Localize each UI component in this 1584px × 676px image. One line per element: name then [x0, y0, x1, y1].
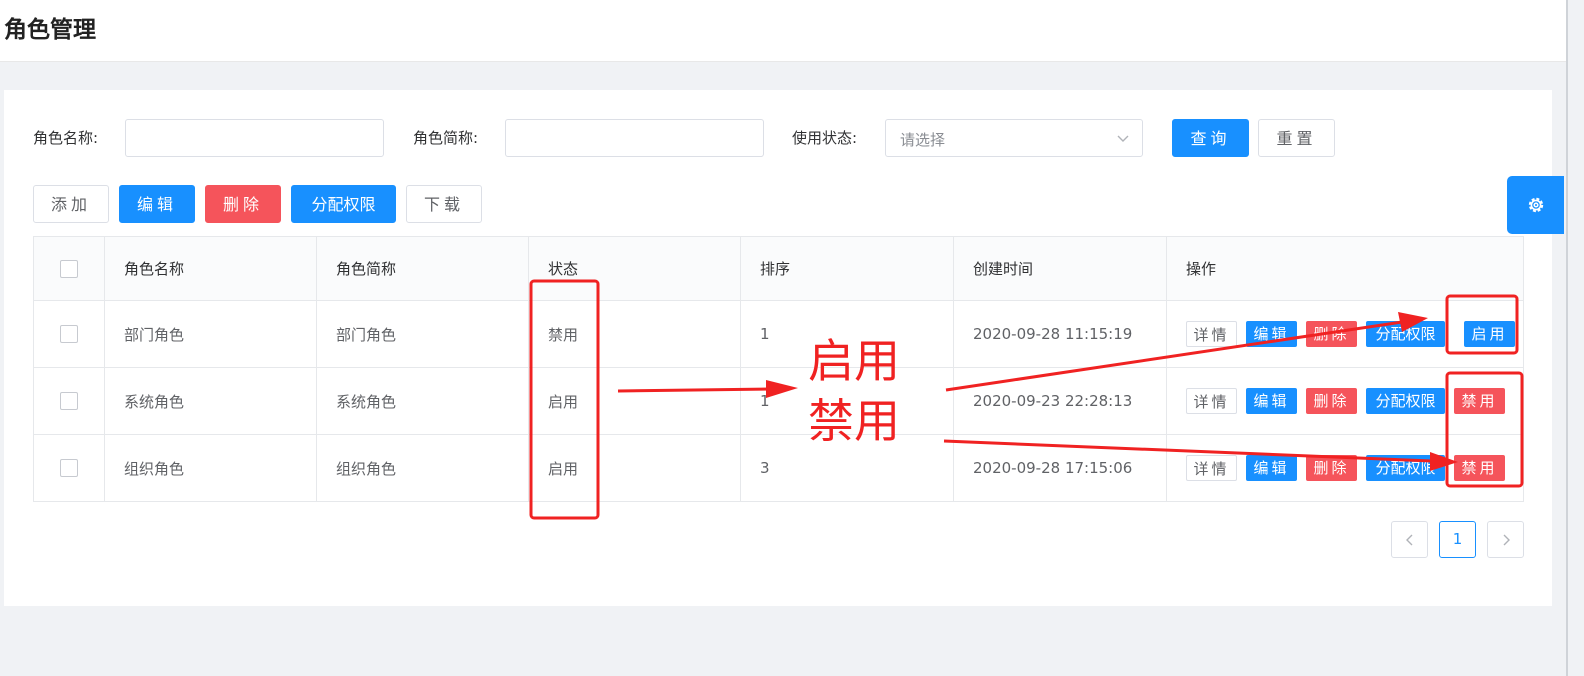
assign-permission-button[interactable]: 分配权限: [291, 185, 396, 223]
row-select-cell: [34, 368, 105, 434]
column-header: 状态: [529, 237, 741, 300]
table-row: 部门角色 部门角色 禁用 1 2020-09-28 11:15:19 详情 编辑…: [34, 300, 1523, 367]
next-page-button[interactable]: [1487, 521, 1524, 558]
download-button[interactable]: 下载: [406, 185, 482, 223]
table-row: 组织角色 组织角色 启用 3 2020-09-28 17:15:06 详情 编辑…: [34, 434, 1523, 501]
role-short-cell: 组织角色: [317, 435, 529, 501]
chevron-down-icon: [1117, 135, 1129, 142]
chevron-right-icon: [1503, 534, 1510, 546]
page-title: 角色管理: [4, 17, 96, 43]
column-header: 操作: [1186, 260, 1217, 278]
status-label: 使用状态:: [792, 129, 858, 147]
detail-button[interactable]: 详情: [1186, 321, 1237, 347]
row-delete-button[interactable]: 删除: [1306, 388, 1357, 414]
row-assign-button[interactable]: 分配权限: [1366, 388, 1445, 414]
table-row: 系统角色 系统角色 启用 1 2020-09-23 22:28:13 详情 编辑…: [34, 367, 1523, 434]
role-name-cell: 部门角色: [105, 301, 317, 367]
status-cell: 禁用: [529, 301, 741, 367]
column-header: 角色简称: [317, 237, 529, 300]
row-checkbox[interactable]: [60, 325, 78, 343]
prev-page-button[interactable]: [1391, 521, 1428, 558]
add-button[interactable]: 添加: [33, 185, 109, 223]
page-number-button[interactable]: 1: [1439, 521, 1476, 558]
status-select[interactable]: 请选择: [885, 119, 1143, 157]
select-all-checkbox[interactable]: [60, 259, 78, 278]
created-time-cell: 2020-09-28 17:15:06: [954, 435, 1167, 501]
chevron-left-icon: [1405, 534, 1412, 546]
row-delete-button[interactable]: 删除: [1306, 455, 1357, 481]
role-short-cell: 系统角色: [317, 368, 529, 434]
row-edit-button[interactable]: 编辑: [1246, 321, 1297, 347]
enable-button[interactable]: 启用: [1464, 321, 1515, 347]
role-name-cell: 组织角色: [105, 435, 317, 501]
detail-button[interactable]: 详情: [1186, 388, 1237, 414]
disable-button[interactable]: 禁用: [1454, 388, 1505, 414]
row-checkbox[interactable]: [60, 459, 78, 477]
column-header: 创建时间: [954, 237, 1167, 300]
annotation-label-disable: 禁用: [808, 394, 900, 448]
select-all-cell: [34, 237, 105, 300]
annotation-label-enable: 启用: [808, 334, 900, 388]
role-table: 角色名称 角色简称 状态 排序 创建时间 操作 部门角色 部门角色 禁用 1 2…: [33, 236, 1524, 502]
delete-button[interactable]: 删除: [205, 185, 281, 223]
role-short-cell: 部门角色: [317, 301, 529, 367]
row-delete-button[interactable]: 删除: [1306, 321, 1357, 347]
role-short-label: 角色简称:: [413, 129, 479, 147]
status-cell: 启用: [529, 368, 741, 434]
detail-button[interactable]: 详情: [1186, 455, 1237, 481]
row-assign-button[interactable]: 分配权限: [1366, 321, 1445, 347]
edit-button[interactable]: 编辑: [119, 185, 195, 223]
role-name-label: 角色名称:: [33, 129, 99, 147]
row-edit-button[interactable]: 编辑: [1246, 455, 1297, 481]
disable-button[interactable]: 禁用: [1454, 455, 1505, 481]
role-name-input[interactable]: [125, 119, 384, 157]
role-short-input[interactable]: [505, 119, 764, 157]
created-time-cell: 2020-09-23 22:28:13: [954, 368, 1167, 434]
row-edit-button[interactable]: 编辑: [1246, 388, 1297, 414]
page-header: 角色管理: [0, 0, 1568, 62]
column-header: 角色名称: [105, 237, 317, 300]
row-select-cell: [34, 435, 105, 501]
created-time-cell: 2020-09-28 11:15:19: [954, 301, 1167, 367]
status-cell: 启用: [529, 435, 741, 501]
row-checkbox[interactable]: [60, 392, 78, 410]
settings-button[interactable]: [1507, 176, 1564, 234]
table-header: 角色名称 角色简称 状态 排序 创建时间 操作: [34, 237, 1523, 300]
gear-icon: [1528, 197, 1544, 213]
row-select-cell: [34, 301, 105, 367]
query-button[interactable]: 查询: [1172, 119, 1249, 157]
column-header: 排序: [741, 237, 954, 300]
reset-button[interactable]: 重置: [1258, 119, 1335, 157]
row-assign-button[interactable]: 分配权限: [1366, 455, 1445, 481]
role-name-cell: 系统角色: [105, 368, 317, 434]
status-select-placeholder: 请选择: [900, 131, 946, 149]
window-edge: [1566, 0, 1568, 676]
